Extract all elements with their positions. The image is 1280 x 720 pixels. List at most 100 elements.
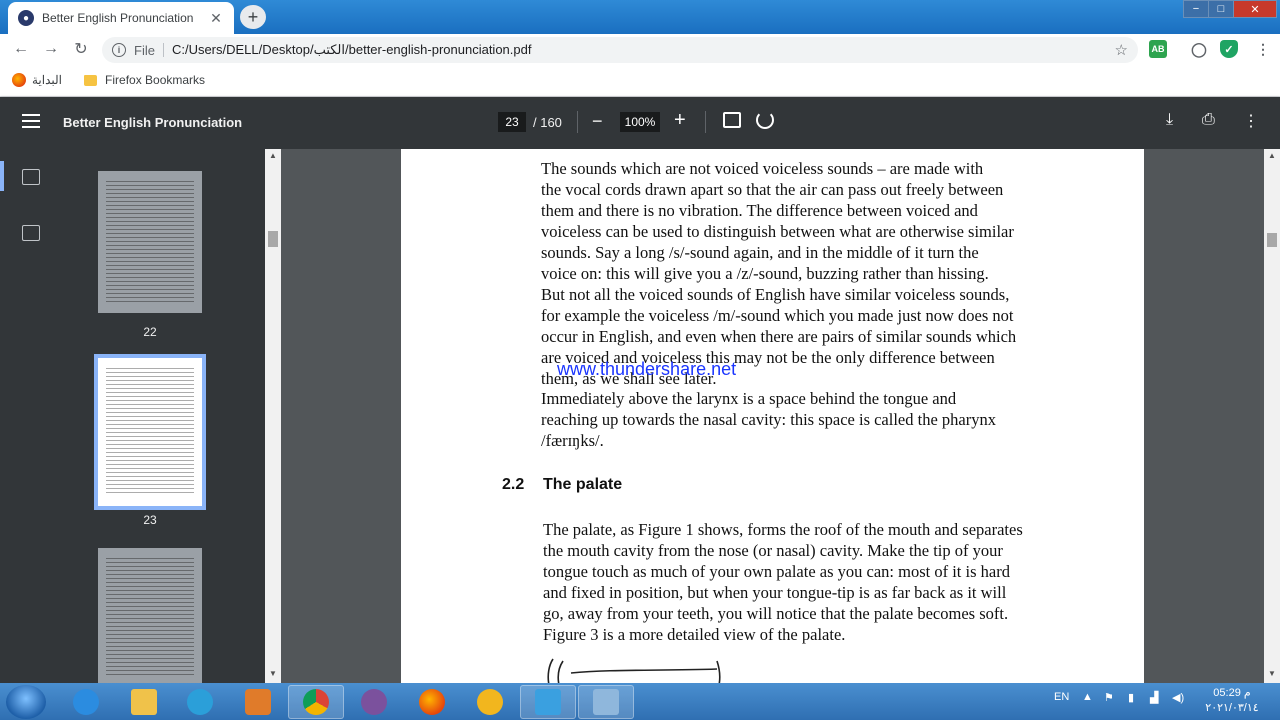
bookmark-label: Firefox Bookmarks: [105, 73, 206, 87]
active-indicator: [0, 161, 4, 191]
scroll-down-icon[interactable]: ▼: [265, 669, 281, 678]
download-icon[interactable]: ⤓: [1166, 111, 1173, 129]
url-text[interactable]: C:/Users/DELL/Desktop/الكتب/better-engli…: [172, 42, 1138, 58]
paragraph-line: tongue touch as much of your own palate …: [543, 562, 1010, 581]
ie-taskbar-item[interactable]: [58, 685, 114, 719]
tray-up-icon[interactable]: ▲: [1082, 691, 1093, 703]
start-button[interactable]: [6, 685, 46, 719]
zoom-in-button[interactable]: +: [674, 109, 686, 132]
paragraph-line: The palate, as Figure 1 shows, forms the…: [543, 520, 1023, 539]
volume-icon[interactable]: ◀): [1172, 691, 1184, 704]
bookmark-label: البداية: [32, 73, 63, 87]
thumbnails-icon[interactable]: [22, 169, 40, 185]
firefox-icon: [419, 689, 445, 715]
print-icon[interactable]: ⎙: [1202, 111, 1215, 129]
paragraph-line: voice on: this will give you a /z/-sound…: [541, 264, 989, 283]
screen: ● Better English Pronunciation ✕ + − □ ✕…: [0, 0, 1280, 720]
edge-taskbar-item[interactable]: [172, 685, 228, 719]
edge-icon: [187, 689, 213, 715]
tab-strip: ● Better English Pronunciation ✕ + − □ ✕: [0, 0, 1280, 34]
shield-extension-icon[interactable]: ✓: [1220, 40, 1238, 58]
tab-title: Better English Pronunciation: [42, 11, 194, 25]
close-tab-icon[interactable]: ✕: [208, 10, 224, 27]
document-scrollbar[interactable]: ▲ ▼: [1264, 149, 1280, 683]
paragraph-line: the vocal cords drawn apart so that the …: [541, 180, 1004, 199]
back-arrow-icon[interactable]: ←: [10, 38, 32, 60]
reload-icon[interactable]: ↻: [70, 38, 92, 60]
scroll-up-icon[interactable]: ▲: [1264, 151, 1280, 160]
paragraph-line: Figure 3 is a more detailed view of the …: [543, 625, 846, 644]
info-icon[interactable]: i: [112, 43, 126, 57]
network-icon[interactable]: ▟: [1150, 691, 1158, 704]
document-viewport: The sounds which are not voiced voiceles…: [281, 149, 1264, 683]
ie-icon: [73, 689, 99, 715]
sidebar-tabs: [0, 149, 62, 683]
app-taskbar-item[interactable]: [520, 685, 576, 719]
address-bar[interactable]: i File C:/Users/DELL/Desktop/الكتب/bette…: [102, 37, 1138, 63]
clock-date: ٢٠٢١/٠٣/١٤: [1205, 702, 1259, 714]
fit-to-page-icon[interactable]: [723, 112, 741, 128]
paragraph-line: voiceless can be used to distinguish bet…: [541, 222, 1014, 241]
page-thumbnail[interactable]: [98, 171, 202, 313]
zoom-out-button[interactable]: −: [592, 111, 603, 132]
language-indicator[interactable]: EN: [1054, 691, 1069, 703]
bookmark-folder-firefox[interactable]: Firefox Bookmarks: [84, 73, 205, 87]
clock[interactable]: 05:29 م ٢٠٢١/٠٣/١٤: [1200, 686, 1264, 716]
page-thumbnail[interactable]: [98, 548, 202, 683]
menu-icon[interactable]: [22, 114, 40, 128]
window-icon: [593, 689, 619, 715]
chrome-taskbar-item[interactable]: [288, 685, 344, 719]
scroll-up-icon[interactable]: ▲: [265, 151, 281, 160]
toolbar-divider: [577, 111, 578, 133]
media-taskbar-item[interactable]: [230, 685, 286, 719]
page-total: / 160: [533, 115, 562, 130]
sidebar-scrollbar[interactable]: ▲ ▼: [265, 149, 281, 683]
figure-sketch: [547, 658, 721, 683]
viber-taskbar-item[interactable]: [346, 685, 402, 719]
toolbar-divider: [705, 111, 706, 133]
paragraph-line: them and there is no vibration. The diff…: [541, 201, 978, 220]
url-separator: [162, 43, 164, 57]
chrome-menu-icon[interactable]: ⋮: [1254, 40, 1272, 58]
vpn-icon: [477, 689, 503, 715]
watermark-link[interactable]: www.thundershare.net: [557, 359, 736, 380]
thumbnail-list: 22 23: [62, 149, 265, 683]
paragraph-line: Immediately above the larynx is a space …: [541, 389, 957, 408]
explorer-taskbar-item[interactable]: [116, 685, 172, 719]
bookmark-star-icon[interactable]: ☆: [1115, 41, 1128, 59]
scroll-down-icon[interactable]: ▼: [1264, 669, 1280, 678]
new-tab-button[interactable]: +: [240, 5, 266, 29]
zoom-level-input[interactable]: 100%: [620, 112, 660, 132]
section-title: The palate: [543, 476, 623, 493]
clock-time: 05:29 م: [1213, 687, 1251, 699]
scroll-thumb[interactable]: [268, 231, 278, 247]
scroll-thumb[interactable]: [1267, 233, 1277, 247]
thumbnail-label: 23: [143, 513, 157, 527]
more-actions-icon[interactable]: ⋮: [1243, 111, 1259, 131]
maximize-button[interactable]: □: [1208, 0, 1234, 18]
adblock-extension-icon[interactable]: AB: [1149, 40, 1167, 58]
bookmark-start[interactable]: البداية: [12, 73, 62, 87]
profile-icon[interactable]: ◯: [1190, 40, 1208, 58]
firefox-icon: [12, 73, 26, 87]
page-thumbnail-active[interactable]: [94, 354, 206, 510]
url-scheme: File: [134, 42, 155, 58]
globe-icon: ●: [18, 10, 34, 26]
page-number-input[interactable]: 23: [498, 112, 526, 132]
firefox-taskbar-item[interactable]: [404, 685, 460, 719]
close-window-button[interactable]: ✕: [1233, 0, 1277, 18]
outline-icon[interactable]: [22, 225, 40, 241]
action-center-icon[interactable]: ⚑: [1104, 691, 1114, 704]
thumbnail-label: 22: [143, 325, 157, 339]
battery-icon[interactable]: ▮: [1128, 691, 1134, 704]
windows-taskbar: EN ▲ ⚑ ▮ ▟ ◀) 05:29 م ٢٠٢١/٠٣/١٤: [0, 683, 1280, 720]
paragraph-line: and fixed in position, but when your ton…: [543, 583, 1007, 602]
paragraph-line: go, away from your teeth, you will notic…: [543, 604, 1009, 623]
browser-tab[interactable]: ● Better English Pronunciation ✕: [8, 2, 234, 34]
minimize-button[interactable]: −: [1183, 0, 1209, 18]
rotate-icon[interactable]: [756, 111, 774, 129]
paragraph-line: for example the voiceless /m/-sound whic…: [541, 306, 1014, 325]
forward-arrow-icon[interactable]: →: [40, 38, 62, 60]
window-taskbar-item[interactable]: [578, 685, 634, 719]
vpn-taskbar-item[interactable]: [462, 685, 518, 719]
